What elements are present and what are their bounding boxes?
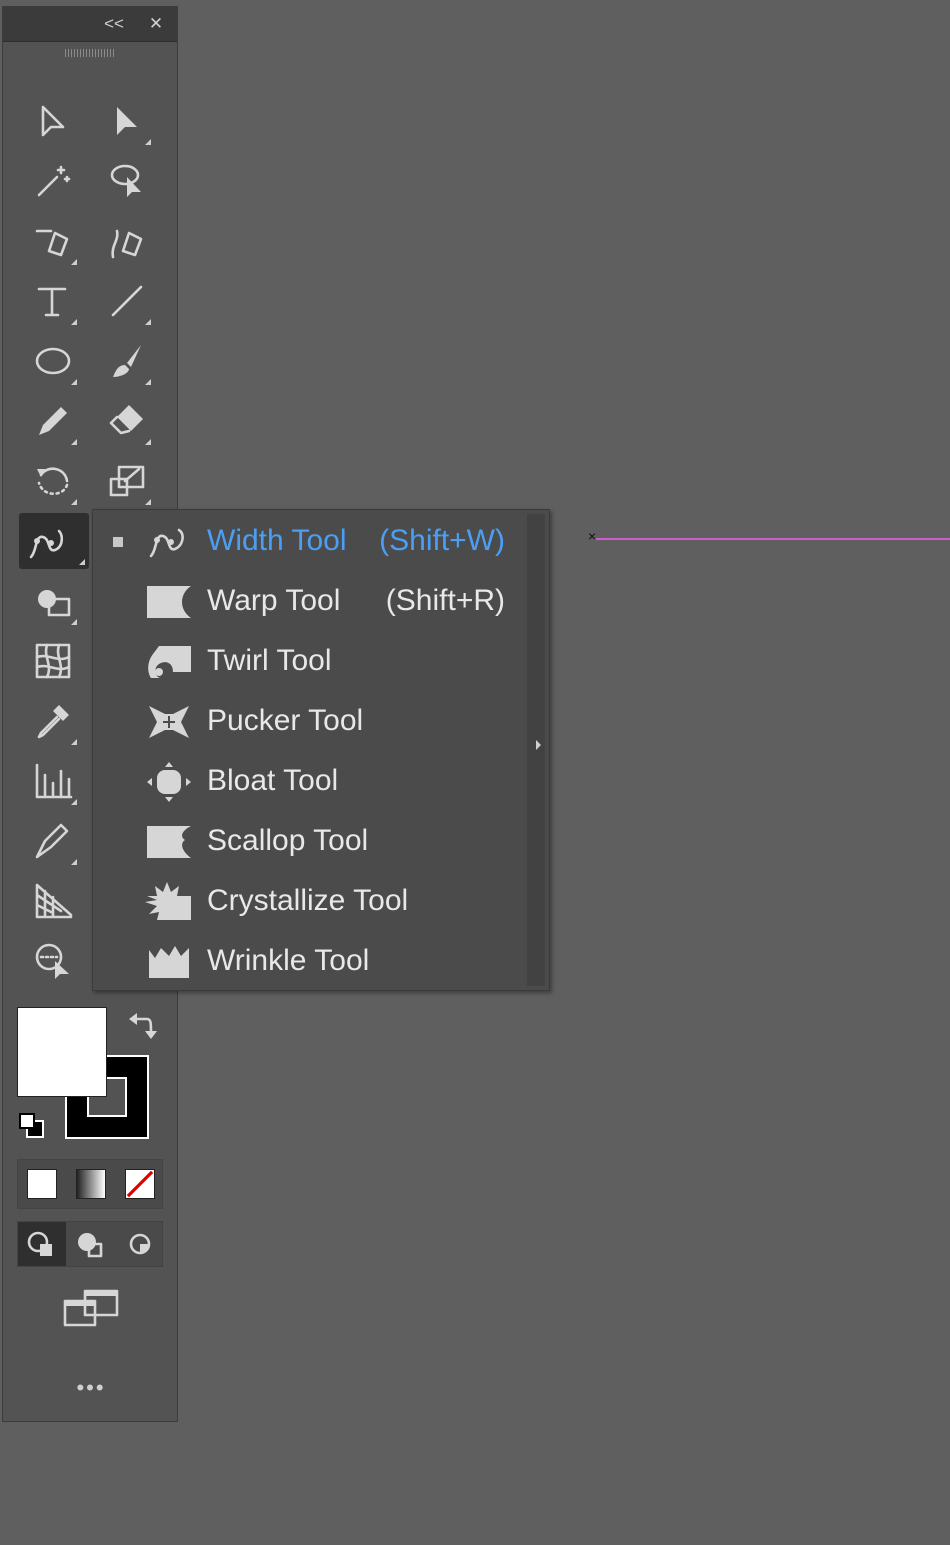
zoom-tool[interactable] [25,933,81,989]
type-tool[interactable] [25,273,81,329]
screen-mode-icon[interactable] [61,1287,121,1331]
edit-toolbar-more-button[interactable]: ••• [69,1375,113,1400]
magic-wand-icon [37,165,71,197]
paintbrush-tool[interactable] [99,333,155,389]
eyedropper-tool[interactable] [25,693,81,749]
default-colors-icon[interactable] [17,1111,47,1141]
width-tool[interactable] [19,513,89,569]
paintbrush-icon [113,345,141,377]
selection-tool[interactable] [25,93,81,149]
swap-fill-stroke-icon[interactable] [127,1009,157,1039]
gradient-mode-button[interactable] [67,1160,115,1208]
flyout-item-warp-tool[interactable]: Warp Tool (Shift+R) [93,572,523,630]
bloat-icon [147,762,191,802]
ellipse-icon [35,347,71,375]
draw-mode-group [17,1221,163,1267]
draw-inside-icon[interactable] [116,1222,164,1266]
width-tool-flyout-menu: Width Tool (Shift+W) Warp Tool (Shift+R)… [92,509,550,991]
zoom-icon [35,943,69,979]
selection-arrow-icon [41,105,65,137]
line-icon [111,285,143,317]
none-mode-button[interactable] [116,1160,164,1208]
flyout-item-scallop-tool[interactable]: Scallop Tool [93,812,523,870]
mesh-tool[interactable] [25,633,81,689]
pencil-icon [39,407,67,435]
flyout-item-width-tool[interactable]: Width Tool (Shift+W) [93,512,523,570]
graph-tool[interactable] [25,753,81,809]
curvature-pen-icon [111,229,143,259]
scale-icon [109,465,145,497]
fill-swatch[interactable] [17,1007,107,1097]
selected-bullet-icon [113,537,123,547]
pen-icon [35,229,69,257]
rotate-icon [37,467,69,496]
close-icon[interactable]: ✕ [145,13,167,35]
warp-icon [147,586,191,618]
wrinkle-icon [149,946,189,978]
color-mode-group [17,1159,163,1209]
mesh-icon [35,643,71,679]
scallop-icon [147,826,191,858]
line-segment-tool[interactable] [99,273,155,329]
flyout-item-twirl-tool[interactable]: Twirl Tool [93,632,523,690]
guide-line [596,538,950,540]
ellipse-tool[interactable] [25,333,81,389]
flyout-item-bloat-tool[interactable]: Bloat Tool [93,752,523,810]
perspective-grid-tool[interactable] [25,873,81,929]
flyout-tearoff-rail[interactable] [527,514,545,986]
curvature-tool[interactable] [99,213,155,269]
perspective-grid-icon [35,883,73,919]
draw-behind-icon[interactable] [67,1222,115,1266]
shape-builder-icon [38,590,71,617]
pucker-icon [149,706,189,738]
lasso-icon [110,164,141,197]
direct-selection-arrow-icon [117,107,137,135]
column-graph-icon [35,763,73,799]
width-icon [149,528,184,558]
flyout-item-wrinkle-tool[interactable]: Wrinkle Tool [93,932,523,990]
scale-tool[interactable] [99,453,155,509]
pencil-tool[interactable] [25,393,81,449]
color-mode-button[interactable] [18,1160,66,1208]
pen-tool[interactable] [25,213,81,269]
crystallize-icon [145,882,191,920]
direct-selection-tool[interactable] [99,93,155,149]
magic-wand-tool[interactable] [25,153,81,209]
flyout-item-pucker-tool[interactable]: Pucker Tool [93,692,523,750]
shape-builder-tool[interactable] [25,573,81,629]
draw-normal-icon[interactable] [18,1222,66,1266]
collapse-icon[interactable]: << [103,13,125,35]
width-icon [29,529,64,559]
tools-panel-titlebar[interactable]: << ✕ [3,7,177,42]
panel-grip[interactable] [65,49,115,57]
twirl-icon [148,646,191,678]
eraser-tool[interactable] [99,393,155,449]
slice-tool[interactable] [25,813,81,869]
type-icon [37,287,67,317]
rotate-tool[interactable] [25,453,81,509]
lasso-tool[interactable] [99,153,155,209]
eyedropper-icon [37,705,69,739]
eraser-icon [109,405,143,435]
slice-icon [35,823,69,859]
flyout-expand-arrow-icon[interactable] [536,740,541,750]
flyout-item-crystallize-tool[interactable]: Crystallize Tool [93,872,523,930]
